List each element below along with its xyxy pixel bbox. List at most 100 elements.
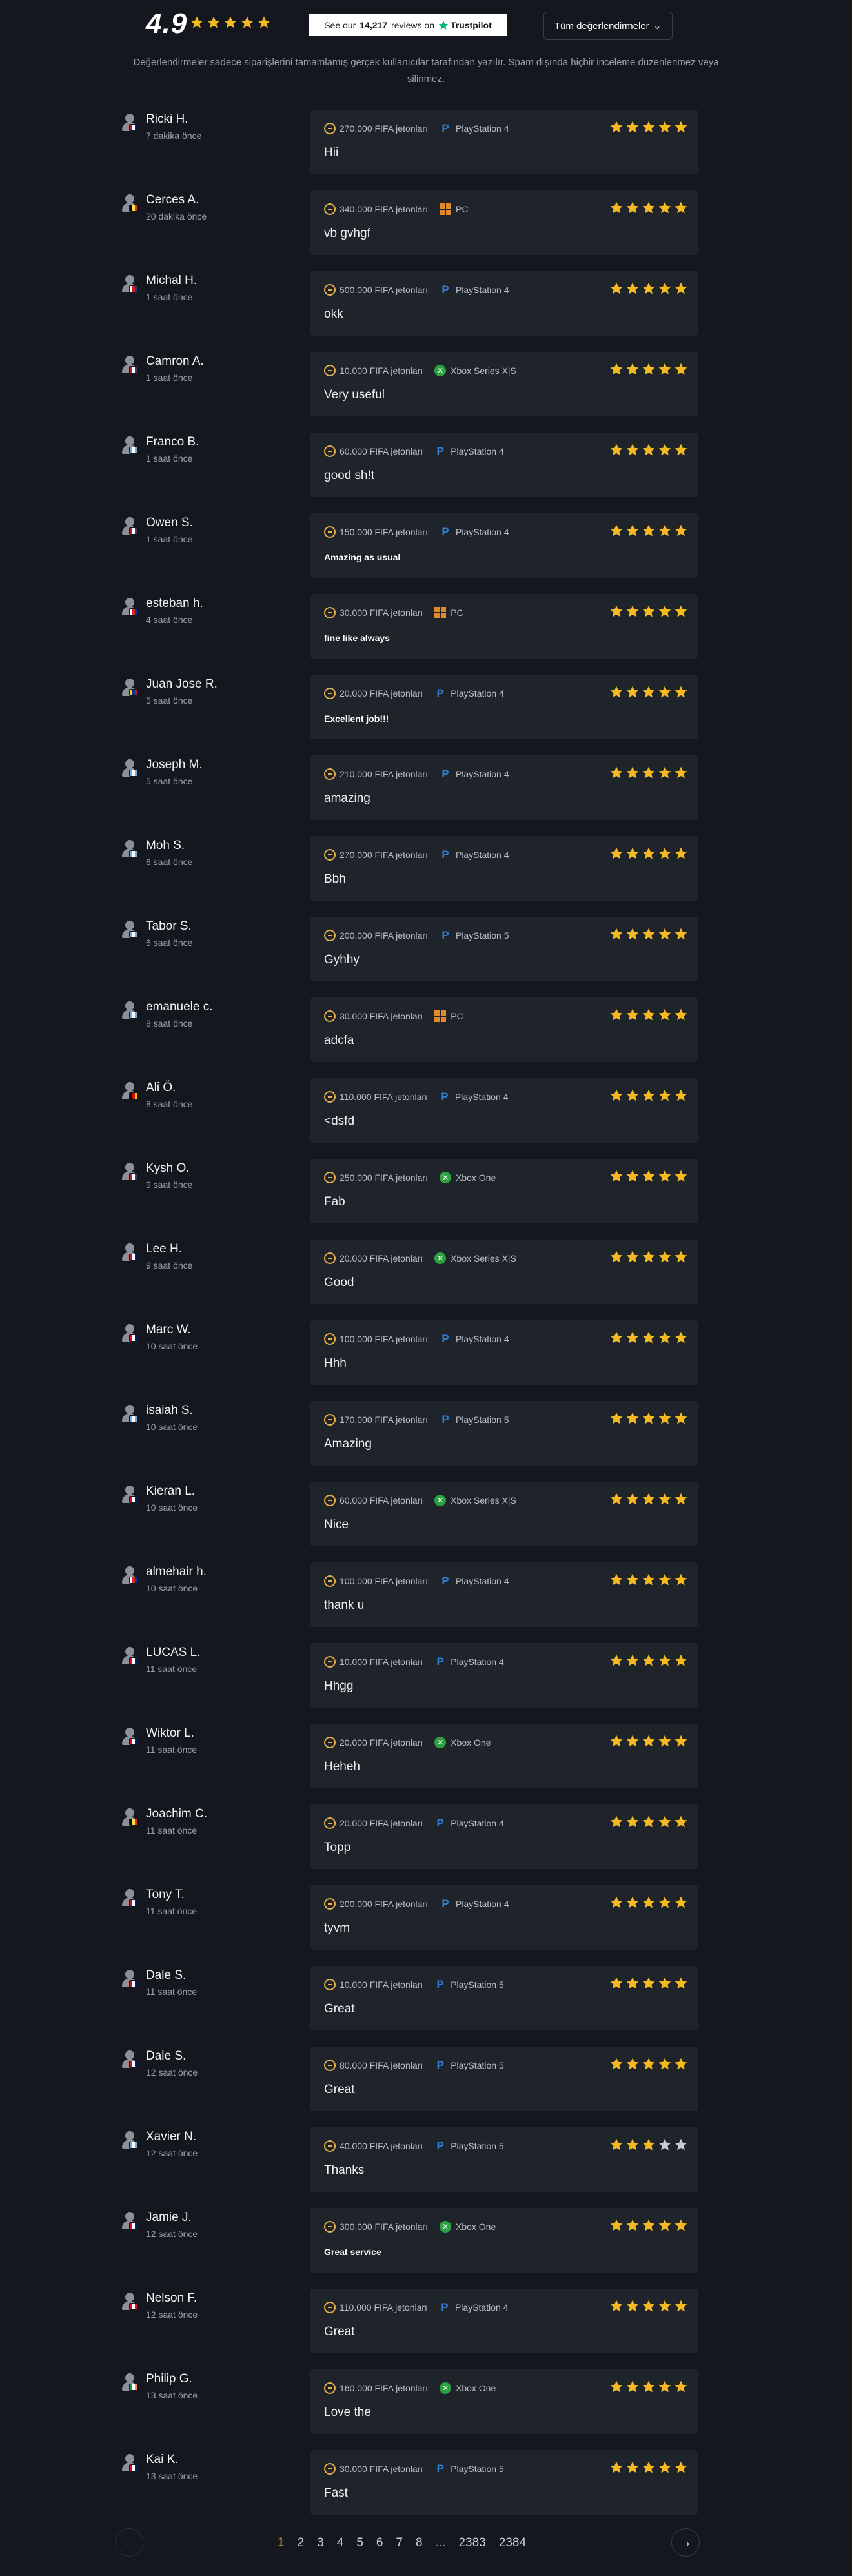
star-icon [658, 766, 671, 779]
order-details: 20.000 FIFA jetonları ✕ Xbox Series X|S [324, 1252, 516, 1264]
reviewer-name: Dale S. [146, 1968, 187, 1982]
review-text: vb gvhgf [324, 227, 370, 240]
review-rating [609, 362, 688, 376]
review-rating [609, 846, 688, 861]
playstation-icon: P [441, 1333, 449, 1345]
review-row: Juan Jose R. 5 saat önce 20.000 FIFA jeton… [0, 675, 852, 744]
coin-amount: 300.000 FIFA jetonları [340, 2222, 428, 2232]
star-icon [658, 1170, 671, 1182]
review-time: 11 saat önce [146, 1906, 198, 1916]
platform-name: Xbox One [455, 2383, 496, 2393]
page-number[interactable]: 8 [416, 2536, 423, 2550]
page-number[interactable]: 2384 [499, 2536, 526, 2550]
star-icon [674, 2058, 687, 2070]
page-numbers: 1 2 3 4 5 6 7 8... 2383 2384 [278, 2536, 539, 2550]
review-card: 10.000 FIFA jetonları ✕ Xbox Series X|S Ver… [310, 352, 698, 416]
avatar [120, 1082, 139, 1101]
playstation-icon: P [436, 2059, 444, 2071]
star-icon [642, 2138, 655, 2151]
coin-amount: 60.000 FIFA jetonları [340, 1495, 423, 1506]
reviewer-name: Juan Jose R. [146, 677, 218, 691]
platform-name: PlayStation 4 [451, 446, 504, 456]
avatar [120, 1405, 139, 1424]
review-card: 10.000 FIFA jetonları P PlayStation 5 Great [310, 1966, 698, 2030]
star-icon [642, 1008, 655, 1021]
star-icon [626, 1170, 639, 1182]
review-text: Very useful [324, 388, 385, 402]
review-text: okk [324, 307, 343, 321]
review-time: 6 saat önce [146, 857, 193, 867]
platform-name: PlayStation 4 [455, 1334, 509, 1344]
page-number[interactable]: 1 [278, 2536, 285, 2550]
coin-amount: 30.000 FIFA jetonları [340, 2464, 423, 2474]
review-time: 1 saat önce [146, 373, 193, 383]
playstation-icon: P [441, 1413, 449, 1426]
avatar [120, 1970, 139, 1989]
star-icon [674, 1654, 687, 1666]
coin-icon [324, 1091, 336, 1103]
platform-name: PlayStation 4 [455, 285, 509, 295]
review-card: 60.000 FIFA jetonları ✕ Xbox Series X|S Nic… [310, 1482, 698, 1546]
page-number[interactable]: 2 [298, 2536, 305, 2550]
star-icon [626, 686, 639, 698]
review-time: 10 saat önce [146, 1583, 198, 1593]
star-icon [674, 1331, 687, 1344]
page-number[interactable]: 5 [356, 2536, 363, 2550]
avatar-head [125, 598, 134, 607]
avatar [120, 1728, 139, 1747]
page-number[interactable]: 2383 [458, 2536, 485, 2550]
playstation-icon: P [441, 526, 449, 538]
review-author: esteban h. 4 saat önce [120, 597, 301, 635]
avatar [120, 1243, 139, 1263]
star-icon [642, 2219, 655, 2231]
arrow-left-icon[interactable]: ← [115, 2528, 143, 2557]
review-author: Ali Ö. 8 saat önce [120, 1081, 301, 1119]
page-number[interactable]: 7 [396, 2536, 403, 2550]
review-text: Hii [324, 146, 339, 159]
review-row: Kysh O. 9 saat önce 250.000 FIFA jetonları… [0, 1159, 852, 1229]
country-flag-icon [129, 366, 138, 373]
star-icon [674, 2461, 687, 2473]
star-icon [674, 928, 687, 940]
coin-icon [324, 2221, 336, 2233]
star-icon [658, 1896, 671, 1908]
reviewer-name: Ricki H. [146, 112, 188, 126]
reviewer-name: Dale S. [146, 2049, 187, 2063]
page-number[interactable]: 3 [317, 2536, 324, 2550]
review-author: Joseph M. 5 saat önce [120, 758, 301, 797]
star-icon [674, 1896, 687, 1908]
trustpilot-widget[interactable]: See our 14,217 reviews on Trustpilot [309, 14, 507, 36]
order-details: 60.000 FIFA jetonları P PlayStation 4 [324, 445, 504, 457]
avatar-head [125, 921, 134, 930]
review-row: Moh S. 6 saat önce 270.000 FIFA jetonları P… [0, 836, 852, 906]
reviewer-name: Tony T. [146, 1888, 185, 1901]
review-row: Jamie J. 12 saat önce 300.000 FIFA jetonla… [0, 2208, 852, 2278]
platform-name: PlayStation 4 [455, 527, 509, 537]
all-reviews-dropdown[interactable]: Tüm değerlendirmeler ⌄ [543, 12, 673, 40]
review-row: Wiktor L. 11 saat önce 20.000 FIFA jetonla… [0, 1724, 852, 1794]
review-author: Jamie J. 12 saat önce [120, 2211, 301, 2249]
platform-name: PlayStation 5 [451, 2141, 504, 2151]
country-flag-icon [129, 1092, 138, 1099]
review-rating [609, 120, 688, 134]
page-number[interactable]: 4 [337, 2536, 344, 2550]
review-card: 340.000 FIFA jetonları PC vb gvhgf [310, 190, 698, 255]
coin-amount: 340.000 FIFA jetonları [340, 204, 428, 214]
review-time: 4 saat önce [146, 615, 193, 625]
review-card: 110.000 FIFA jetonları P PlayStation 4 Grea… [310, 2289, 698, 2353]
star-icon [610, 444, 623, 456]
star-icon [658, 2219, 671, 2231]
review-row: Tony T. 11 saat önce 200.000 FIFA jetonlar… [0, 1885, 852, 1955]
country-flag-icon [129, 1899, 138, 1906]
star-icon [626, 1573, 639, 1586]
review-author: Moh S. 6 saat önce [120, 839, 301, 877]
all-reviews-label: Tüm değerlendirmeler [554, 20, 649, 32]
playstation-icon: P [441, 2301, 449, 2313]
review-text: Great [324, 2083, 355, 2096]
page-number[interactable]: 6 [376, 2536, 383, 2550]
coin-amount: 170.000 FIFA jetonları [340, 1415, 428, 1425]
review-row: almehair h. 10 saat önce 100.000 FIFA jeto… [0, 1562, 852, 1632]
review-text: <dsfd [324, 1114, 355, 1128]
arrow-right-icon[interactable]: → [671, 2528, 700, 2557]
review-author: Juan Jose R. 5 saat önce [120, 677, 301, 716]
